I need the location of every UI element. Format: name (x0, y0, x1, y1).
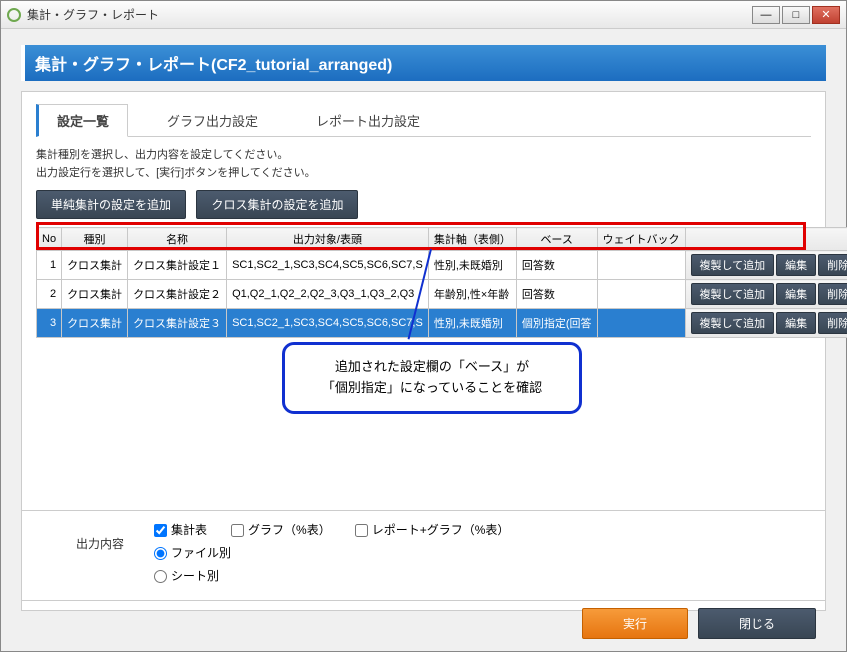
callout-box: 追加された設定欄の「ベース」が 「個別指定」になっていることを確認 (282, 342, 582, 414)
edit-row-button[interactable]: 編集 (776, 312, 816, 334)
cell-base: 個別指定(回答 (516, 309, 597, 338)
col-name: 名称 (128, 228, 227, 251)
delete-row-button[interactable]: 削除 (818, 312, 847, 334)
close-button[interactable]: ✕ (812, 6, 840, 24)
radio-file-label[interactable]: ファイル別 (154, 544, 231, 561)
cell-target: SC1,SC2_1,SC3,SC4,SC5,SC6,SC7,S (227, 309, 429, 338)
output-row-checks: 集計表 グラフ（%表） レポート+グラフ（%表） (154, 521, 811, 538)
delete-row-button[interactable]: 削除 (818, 283, 847, 305)
callout-line-2: 「個別指定」になっていることを確認 (301, 378, 563, 399)
instruction-line-2: 出力設定行を選択して、[実行]ボタンを押してください。 (36, 165, 811, 183)
chk-report[interactable] (355, 524, 368, 537)
instructions: 集計種別を選択し、出力内容を設定してください。 出力設定行を選択して、[実行]ボ… (36, 147, 811, 182)
cell-name: クロス集計設定１ (128, 251, 227, 280)
chk-report-label[interactable]: レポート+グラフ（%表） (355, 521, 510, 538)
cell-weight (597, 309, 685, 338)
cell-weight (597, 251, 685, 280)
col-actions (685, 228, 847, 251)
execute-button[interactable]: 実行 (582, 608, 688, 639)
maximize-button[interactable]: □ (782, 6, 810, 24)
cell-target: SC1,SC2_1,SC3,SC4,SC5,SC6,SC7,S (227, 251, 429, 280)
instruction-line-1: 集計種別を選択し、出力内容を設定してください。 (36, 147, 811, 165)
radio-by-file[interactable] (154, 547, 167, 560)
minimize-button[interactable]: — (752, 6, 780, 24)
col-type: 種別 (62, 228, 128, 251)
window-title: 集計・グラフ・レポート (27, 6, 752, 23)
table-row[interactable]: 1クロス集計クロス集計設定１SC1,SC2_1,SC3,SC4,SC5,SC6,… (37, 251, 847, 280)
titlebar: 集計・グラフ・レポート — □ ✕ (1, 1, 846, 29)
chk-table-label[interactable]: 集計表 (154, 521, 207, 538)
app-icon (7, 8, 21, 22)
cell-actions: 複製して追加編集削除 (685, 251, 847, 280)
col-axis: 集計軸（表側） (428, 228, 516, 251)
output-panel: 出力内容 集計表 グラフ（%表） レポート+グラフ（%表） ファイル別 シート別 (21, 510, 826, 601)
cell-axis: 性別,未既婚別 (428, 309, 516, 338)
chk-graph-label[interactable]: グラフ（%表） (231, 521, 331, 538)
content-area: 集計・グラフ・レポート(CF2_tutorial_arranged) 設定一覧 … (1, 29, 846, 619)
output-row-radio: ファイル別 (154, 544, 811, 561)
col-target: 出力対象/表頭 (227, 228, 429, 251)
add-cross-button[interactable]: クロス集計の設定を追加 (196, 190, 358, 219)
output-row-radio2: シート別 (154, 567, 811, 584)
copy-row-button[interactable]: 複製して追加 (691, 283, 775, 305)
table-row[interactable]: 2クロス集計クロス集計設定２Q1,Q2_1,Q2_2,Q2_3,Q3_1,Q3_… (37, 280, 847, 309)
tab-settings-list[interactable]: 設定一覧 (36, 104, 128, 137)
tab-report-output[interactable]: レポート出力設定 (297, 104, 439, 136)
cell-weight (597, 280, 685, 309)
page-title: 集計・グラフ・レポート(CF2_tutorial_arranged) (21, 45, 826, 81)
radio-by-sheet[interactable] (154, 570, 167, 583)
cell-target: Q1,Q2_1,Q2_2,Q2_3,Q3_1,Q3_2,Q3 (227, 280, 429, 309)
cell-axis: 年齢別,性×年齢 (428, 280, 516, 309)
output-options: 集計表 グラフ（%表） レポート+グラフ（%表） ファイル別 シート別 (154, 521, 811, 590)
settings-table: No 種別 名称 出力対象/表頭 集計軸（表側） ベース ウェイトバック 1クロ… (36, 227, 847, 338)
cell-type: クロス集計 (62, 309, 128, 338)
col-base: ベース (516, 228, 597, 251)
app-window: 集計・グラフ・レポート — □ ✕ 集計・グラフ・レポート(CF2_tutori… (0, 0, 847, 652)
cell-name: クロス集計設定２ (128, 280, 227, 309)
cell-base: 回答数 (516, 280, 597, 309)
add-button-row: 単純集計の設定を追加 クロス集計の設定を追加 (36, 190, 811, 219)
edit-row-button[interactable]: 編集 (776, 254, 816, 276)
cell-no: 1 (37, 251, 62, 280)
cell-name: クロス集計設定３ (128, 309, 227, 338)
tab-graph-output[interactable]: グラフ出力設定 (148, 104, 277, 136)
copy-row-button[interactable]: 複製して追加 (691, 254, 775, 276)
cell-actions: 複製して追加編集削除 (685, 280, 847, 309)
close-footer-button[interactable]: 閉じる (698, 608, 816, 639)
table-header-row: No 種別 名称 出力対象/表頭 集計軸（表側） ベース ウェイトバック (37, 228, 847, 251)
edit-row-button[interactable]: 編集 (776, 283, 816, 305)
cell-no: 2 (37, 280, 62, 309)
tab-bar: 設定一覧 グラフ出力設定 レポート出力設定 (36, 104, 811, 137)
delete-row-button[interactable]: 削除 (818, 254, 847, 276)
table-row[interactable]: 3クロス集計クロス集計設定３SC1,SC2_1,SC3,SC4,SC5,SC6,… (37, 309, 847, 338)
chk-table[interactable] (154, 524, 167, 537)
callout-line-1: 追加された設定欄の「ベース」が (301, 357, 563, 378)
cell-no: 3 (37, 309, 62, 338)
window-buttons: — □ ✕ (752, 6, 840, 24)
cell-base: 回答数 (516, 251, 597, 280)
copy-row-button[interactable]: 複製して追加 (691, 312, 775, 334)
cell-type: クロス集計 (62, 280, 128, 309)
add-simple-button[interactable]: 単純集計の設定を追加 (36, 190, 186, 219)
cell-type: クロス集計 (62, 251, 128, 280)
chk-graph[interactable] (231, 524, 244, 537)
cell-actions: 複製して追加編集削除 (685, 309, 847, 338)
output-label: 出力内容 (76, 521, 124, 552)
footer-buttons: 実行 閉じる (582, 608, 816, 639)
col-no: No (37, 228, 62, 251)
cell-axis: 性別,未既婚別 (428, 251, 516, 280)
radio-sheet-label[interactable]: シート別 (154, 567, 219, 584)
col-weight: ウェイトバック (597, 228, 685, 251)
